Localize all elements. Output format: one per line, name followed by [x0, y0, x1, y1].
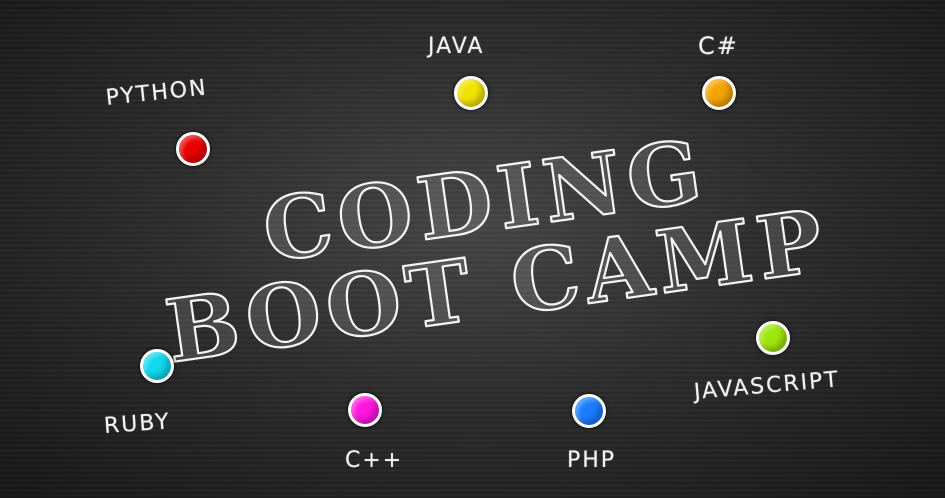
ruby-dot [140, 349, 174, 383]
javascript-dot [756, 321, 790, 355]
python-dot [176, 132, 210, 166]
cpp-label: C++ [345, 448, 404, 473]
php-dot [572, 394, 606, 428]
php-label: PHP [567, 448, 617, 473]
java-dot [454, 76, 488, 110]
ruby-label: RUBY [103, 409, 172, 439]
csharp-dot [702, 76, 736, 110]
java-label: JAVA [428, 34, 485, 59]
chalkboard-background: CODING CODING BOOT CAMP BOOT CAMP PYTHON… [0, 0, 945, 498]
cpp-dot [348, 393, 382, 427]
csharp-label: C# [698, 32, 739, 60]
